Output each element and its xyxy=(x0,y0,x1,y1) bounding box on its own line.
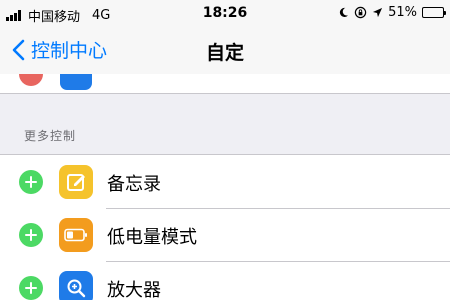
page-title: 自定 xyxy=(205,42,244,64)
rotation-lock-icon xyxy=(354,6,367,19)
navigation-bar: 控制中心 自定 xyxy=(0,28,450,74)
section-header: 更多控制 xyxy=(24,129,77,143)
add-button[interactable] xyxy=(19,170,43,194)
add-button[interactable] xyxy=(19,276,43,300)
location-icon xyxy=(373,7,383,18)
notes-icon xyxy=(59,165,93,199)
add-button[interactable] xyxy=(19,223,43,247)
battery-icon xyxy=(59,218,93,252)
list-item: 放大器 xyxy=(0,261,450,300)
list-item-label: 备忘录 xyxy=(107,174,161,195)
more-controls-list: 备忘录 低电量模式 放大器 xyxy=(0,154,450,300)
magnifier-icon xyxy=(59,271,93,300)
battery-percent: 51% xyxy=(388,5,417,20)
status-bar: 中国移动 4G 18:26 51% xyxy=(0,0,450,28)
moon-icon xyxy=(339,7,349,18)
status-right: 51% xyxy=(338,5,446,20)
list-item-label: 放大器 xyxy=(107,280,161,300)
list-item: 备忘录 xyxy=(0,155,450,208)
list-item: 低电量模式 xyxy=(0,208,450,261)
list-item-label: 低电量模式 xyxy=(107,227,197,248)
battery-icon xyxy=(422,7,446,18)
partial-list-item xyxy=(0,74,450,94)
remove-button[interactable] xyxy=(19,74,43,86)
app-icon xyxy=(60,74,92,90)
